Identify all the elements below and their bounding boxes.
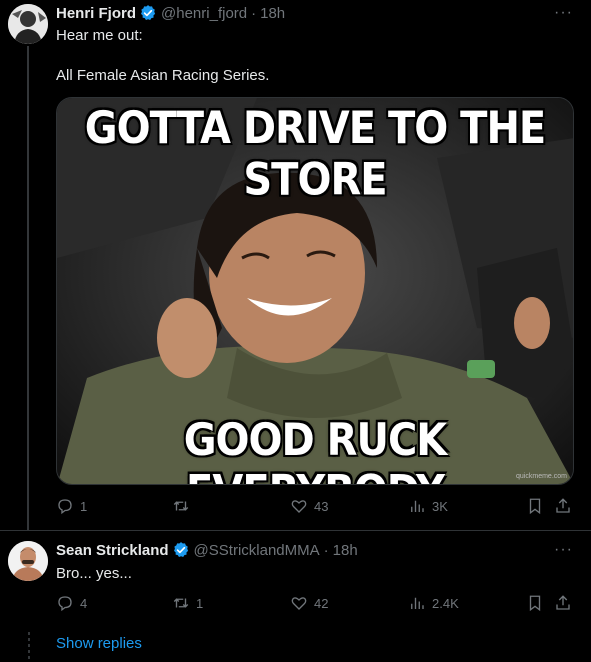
tweet-actions: 1 43 3K [56, 497, 576, 519]
views-icon [411, 597, 424, 609]
author-name[interactable]: Sean Strickland [56, 542, 169, 559]
bookmark-button[interactable] [526, 594, 544, 612]
tweet-henri-fjord[interactable]: Henri Fjord @henri_fjord · 18h ··· Hear … [0, 0, 591, 530]
separator-dot: · [323, 541, 329, 559]
tweet-header: Henri Fjord @henri_fjord · 18h [56, 4, 285, 22]
tweet-sean-strickland[interactable]: Sean Strickland @SStricklandMMA · 18h ··… [0, 531, 591, 631]
verified-badge-icon[interactable] [139, 4, 157, 22]
timestamp[interactable]: 18h [333, 542, 358, 559]
reply-button[interactable]: 1 [56, 497, 87, 515]
tweet-media-image[interactable]: GOTTA DRIVE TO THE STORE GOOD RUCK EVERY… [56, 97, 574, 485]
avatar-image [8, 541, 48, 581]
thread-dots [28, 632, 30, 660]
views-button[interactable]: 3K [408, 497, 448, 515]
tweet-actions: 4 1 42 2.4K [56, 594, 576, 616]
separator-dot: · [251, 4, 257, 22]
timestamp[interactable]: 18h [260, 5, 285, 22]
avatar-image [8, 4, 48, 44]
reply-icon [58, 596, 72, 612]
verified-badge-icon[interactable] [172, 541, 190, 559]
tweet-text: Bro... yes... [56, 565, 132, 582]
like-count: 43 [314, 498, 329, 514]
more-options-icon[interactable]: ··· [554, 4, 573, 22]
bookmark-button[interactable] [526, 497, 544, 515]
reply-count: 1 [80, 498, 88, 514]
tweet-header: Sean Strickland @SStricklandMMA · 18h [56, 541, 358, 559]
share-icon [556, 498, 570, 513]
like-button[interactable]: 42 [290, 594, 328, 612]
reply-icon [58, 499, 72, 515]
meme-bottom-text: GOOD RUCK EVERYBODY [183, 414, 448, 484]
share-button[interactable] [554, 594, 572, 612]
repost-button[interactable] [172, 497, 196, 515]
thread-line [27, 46, 29, 530]
share-button[interactable] [554, 497, 572, 515]
author-handle[interactable]: @henri_fjord [161, 5, 247, 22]
views-count: 3K [432, 498, 448, 514]
author-handle[interactable]: @SStricklandMMA [194, 542, 320, 559]
share-icon [556, 595, 570, 610]
meme-watermark: quickmeme.com [516, 473, 567, 480]
views-button[interactable]: 2.4K [408, 594, 459, 612]
tweet-text-line-1: Hear me out: [56, 27, 143, 44]
views-icon [411, 500, 424, 512]
avatar[interactable] [8, 541, 48, 581]
show-replies-link[interactable]: Show replies [56, 635, 142, 652]
repost-icon [173, 501, 189, 511]
reply-count: 4 [80, 595, 88, 611]
like-count: 42 [314, 595, 329, 611]
views-count: 2.4K [432, 595, 459, 611]
bookmark-icon [529, 498, 541, 515]
repost-count: 1 [196, 595, 204, 611]
more-options-icon[interactable]: ··· [554, 541, 573, 559]
meme-top-text: GOTTA DRIVE TO THE STORE [84, 102, 547, 206]
reply-button[interactable]: 4 [56, 594, 87, 612]
bookmark-icon [529, 595, 541, 612]
repost-button[interactable]: 1 [172, 594, 203, 612]
repost-icon [173, 598, 189, 608]
author-name[interactable]: Henri Fjord [56, 5, 136, 22]
heart-icon [291, 597, 307, 610]
tweet-text-line-2: All Female Asian Racing Series. [56, 67, 270, 84]
avatar[interactable] [8, 4, 48, 44]
like-button[interactable]: 43 [290, 497, 328, 515]
heart-icon [291, 500, 307, 513]
